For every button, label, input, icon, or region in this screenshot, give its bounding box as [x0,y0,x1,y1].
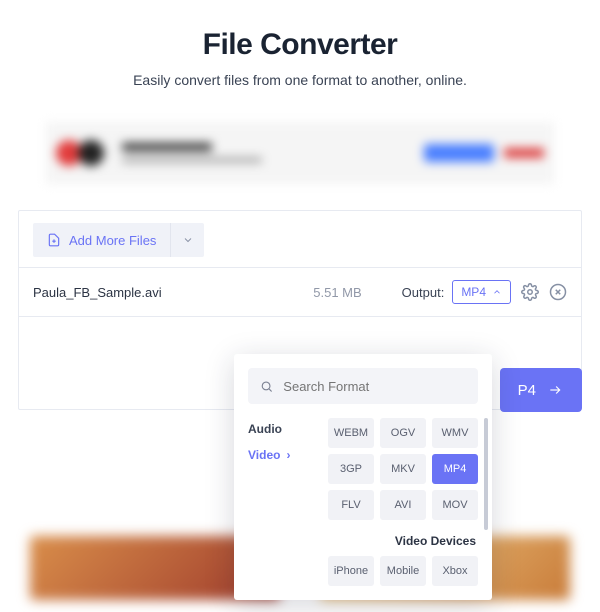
format-webm[interactable]: WEBM [328,418,374,448]
format-search[interactable] [248,368,478,404]
file-size: 5.51 MB [313,285,401,300]
arrow-right-icon [546,383,564,397]
add-more-files: Add More Files [33,223,204,257]
search-icon [260,379,273,394]
format-search-input[interactable] [283,379,466,394]
add-file-icon [47,232,61,248]
file-name: Paula_FB_Sample.avi [33,285,162,300]
format-wmv[interactable]: WMV [432,418,478,448]
scrollbar[interactable] [484,418,488,530]
settings-icon[interactable] [521,283,539,301]
convert-button[interactable]: P4 [500,368,582,412]
file-row: Paula_FB_Sample.avi 5.51 MB Output: MP4 [19,267,581,317]
device-grid: iPhone Mobile Xbox [316,556,478,586]
remove-file-icon[interactable] [549,283,567,301]
format-ogv[interactable]: OGV [380,418,426,448]
device-xbox[interactable]: Xbox [432,556,478,586]
chevron-up-icon [492,287,502,297]
format-grid: WEBM OGV WMV 3GP MKV MP4 FLV AVI MOV [316,418,478,520]
ad-banner[interactable] [46,122,554,184]
format-category-list: Audio Video [248,418,316,586]
category-audio[interactable]: Audio [248,422,316,436]
output-format-select[interactable]: MP4 [452,280,511,304]
device-mobile[interactable]: Mobile [380,556,426,586]
page-subtitle: Easily convert files from one format to … [0,72,600,88]
format-dropdown: Audio Video WEBM OGV WMV 3GP MKV MP4 FLV… [234,354,492,600]
format-3gp[interactable]: 3GP [328,454,374,484]
format-mov[interactable]: MOV [432,490,478,520]
video-devices-label: Video Devices [316,534,478,548]
output-format-value: MP4 [461,285,486,299]
format-mkv[interactable]: MKV [380,454,426,484]
add-more-files-button[interactable]: Add More Files [33,223,170,257]
output-label: Output: [402,285,445,300]
add-more-files-label: Add More Files [69,233,156,248]
format-flv[interactable]: FLV [328,490,374,520]
device-iphone[interactable]: iPhone [328,556,374,586]
add-more-files-dropdown[interactable] [170,223,204,257]
format-mp4[interactable]: MP4 [432,454,478,484]
category-video[interactable]: Video [248,448,316,462]
format-avi[interactable]: AVI [380,490,426,520]
chevron-down-icon [182,234,194,246]
page-title: File Converter [0,28,600,62]
convert-button-label: P4 [518,382,536,399]
